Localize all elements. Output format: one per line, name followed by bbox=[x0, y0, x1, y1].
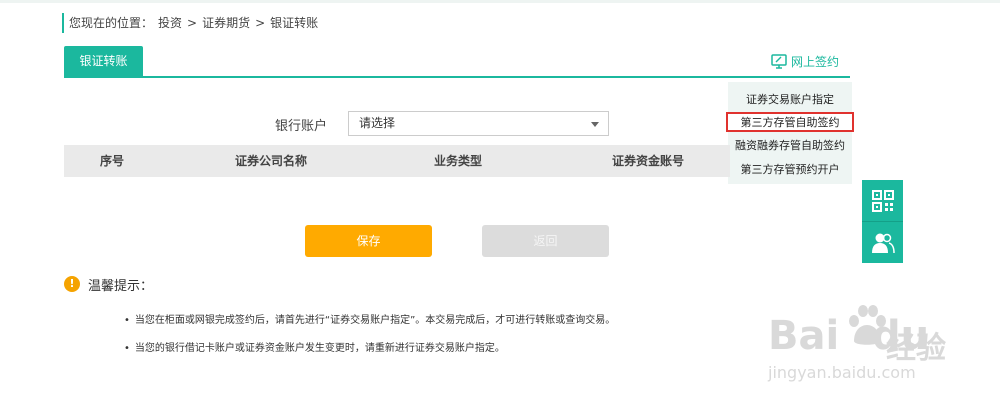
qrcode-icon bbox=[871, 189, 894, 212]
back-button[interactable]: 返回 bbox=[482, 225, 609, 257]
column-header-index: 序号 bbox=[100, 154, 125, 168]
column-header-business-type: 业务类型 bbox=[434, 154, 483, 168]
tab-bank-securities-transfer[interactable]: 银证转账 bbox=[64, 46, 143, 76]
save-button[interactable]: 保存 bbox=[305, 225, 432, 257]
tips-title: ! 温馨提示： bbox=[64, 275, 154, 294]
menu-item-account-designation[interactable]: 证券交易账户指定 bbox=[728, 90, 852, 110]
breadcrumb-item-invest[interactable]: 投资 bbox=[158, 16, 182, 30]
online-sign-label: 网上签约 bbox=[791, 54, 840, 69]
table-header: 序号 证券公司名称 业务类型 证券资金账号 bbox=[64, 145, 730, 177]
tip-item: 当您的银行借记卡账户或证券资金账户发生变更时，请重新进行证券交易账户指定。 bbox=[124, 339, 505, 354]
watermark-cn: 经验 bbox=[886, 331, 946, 366]
breadcrumb-separator: > bbox=[255, 16, 266, 30]
breadcrumb-prefix: 您现在的位置： bbox=[69, 16, 154, 30]
top-border bbox=[0, 0, 1000, 3]
tips-title-text: 温馨提示： bbox=[88, 278, 154, 294]
online-sign-link[interactable]: 网上签约 bbox=[771, 52, 839, 70]
tip-item: 当您在柜面或网银完成签约后，请首先进行“证券交易账户指定”。本交易完成后，才可进… bbox=[124, 311, 615, 326]
chevron-down-icon bbox=[591, 122, 599, 127]
breadcrumb-separator: > bbox=[187, 16, 198, 30]
column-header-fund-account: 证券资金账号 bbox=[612, 154, 685, 168]
online-sign-menu: 证券交易账户指定 第三方存管自助签约 融资融券存管自助签约 第三方存管预约开户 bbox=[726, 82, 854, 184]
breadcrumb-item-securities[interactable]: 证券期货 bbox=[202, 16, 250, 30]
customer-service-button[interactable] bbox=[862, 222, 903, 263]
warning-icon: ! bbox=[64, 276, 80, 292]
watermark-url: jingyan.baidu.com bbox=[768, 363, 916, 382]
bank-account-select-value: 请选择 bbox=[359, 116, 396, 130]
menu-item-appointment-open[interactable]: 第三方存管预约开户 bbox=[728, 160, 852, 180]
monitor-sign-icon bbox=[771, 53, 787, 69]
menu-item-third-party-self-sign[interactable]: 第三方存管自助签约 bbox=[726, 112, 854, 132]
side-toolbar bbox=[862, 180, 903, 263]
baidu-jingyan-watermark: Bai du 经验 jingyan.baidu.com bbox=[768, 295, 948, 405]
menu-item-margin-self-sign[interactable]: 融资融券存管自助签约 bbox=[728, 136, 852, 156]
column-header-company: 证券公司名称 bbox=[235, 154, 308, 168]
bank-account-label: 银行账户 bbox=[275, 119, 328, 134]
breadcrumb: 您现在的位置： 投资 > 证券期货 > 银证转账 bbox=[62, 13, 323, 33]
tab-underline bbox=[64, 76, 850, 78]
watermark-brand: Bai bbox=[768, 313, 840, 359]
service-icon bbox=[871, 233, 895, 253]
breadcrumb-item-current: 银证转账 bbox=[270, 16, 319, 30]
bank-account-select[interactable]: 请选择 bbox=[348, 111, 609, 136]
qrcode-button[interactable] bbox=[862, 180, 903, 221]
